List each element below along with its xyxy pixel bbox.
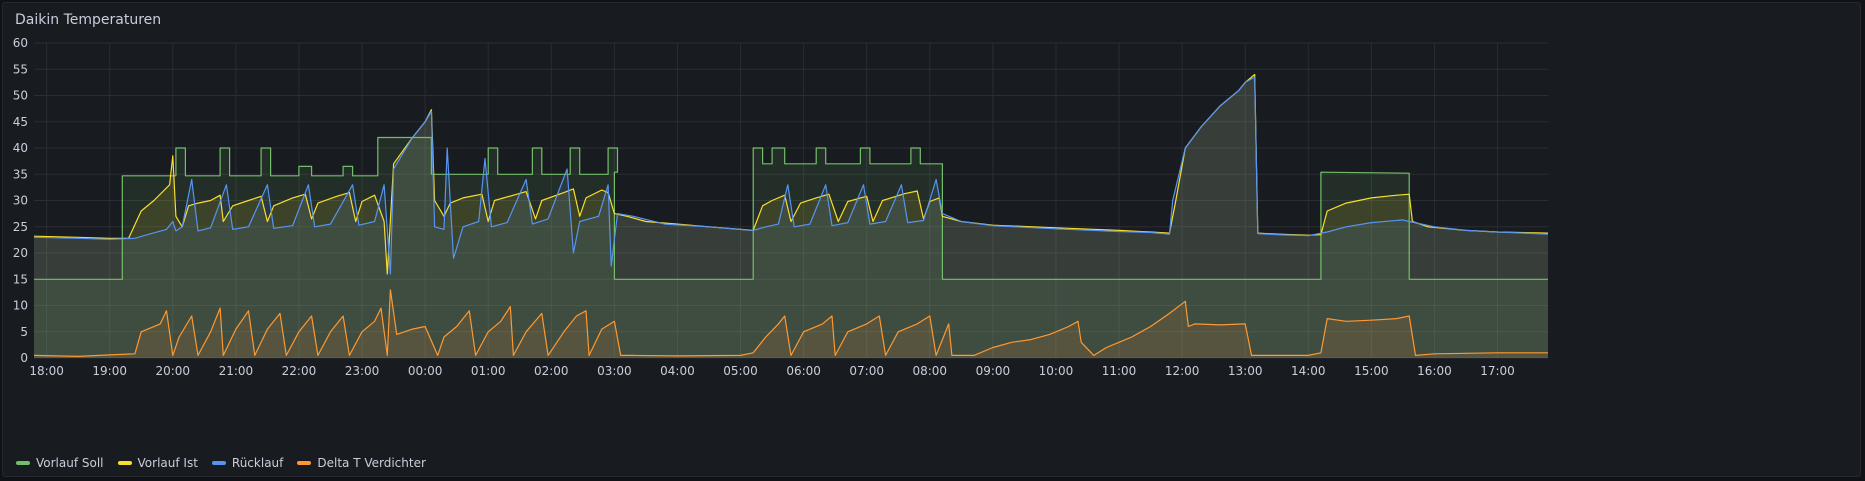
x-tick-label: 22:00 — [282, 364, 317, 378]
legend-swatch-ruecklauf — [211, 461, 226, 465]
legend-item-ruecklauf[interactable]: Rücklauf — [211, 456, 284, 470]
x-tick-label: 13:00 — [1228, 364, 1263, 378]
legend-item-vorlauf-soll[interactable]: Vorlauf Soll — [16, 456, 104, 470]
y-tick-label: 50 — [13, 89, 28, 103]
y-tick-label: 20 — [13, 246, 28, 260]
x-tick-label: 15:00 — [1354, 364, 1389, 378]
x-tick-label: 01:00 — [471, 364, 506, 378]
y-tick-label: 40 — [13, 141, 28, 155]
x-tick-label: 02:00 — [534, 364, 569, 378]
legend-swatch-vorlauf-soll — [16, 461, 30, 465]
legend-label: Vorlauf Ist — [137, 456, 198, 470]
x-tick-label: 06:00 — [786, 364, 821, 378]
x-tick-label: 20:00 — [155, 364, 190, 378]
x-tick-label: 09:00 — [976, 364, 1011, 378]
x-tick-label: 23:00 — [345, 364, 380, 378]
y-tick-label: 45 — [13, 115, 28, 129]
legend: Vorlauf Soll Vorlauf Ist Rücklauf Delta … — [16, 456, 426, 470]
legend-item-vorlauf-ist[interactable]: Vorlauf Ist — [117, 456, 198, 470]
y-tick-label: 55 — [13, 62, 28, 76]
x-tick-label: 08:00 — [912, 364, 947, 378]
x-tick-label: 10:00 — [1039, 364, 1074, 378]
y-tick-label: 10 — [13, 299, 28, 313]
legend-item-delta-t[interactable]: Delta T Verdichter — [297, 456, 426, 470]
legend-label: Delta T Verdichter — [317, 456, 426, 470]
y-tick-label: 25 — [13, 220, 28, 234]
y-tick-label: 0 — [20, 351, 28, 365]
legend-swatch-delta-t — [297, 461, 312, 465]
x-tick-label: 12:00 — [1165, 364, 1200, 378]
y-tick-label: 35 — [13, 167, 28, 181]
legend-swatch-vorlauf-ist — [117, 461, 132, 465]
x-tick-label: 19:00 — [92, 364, 127, 378]
x-tick-label: 11:00 — [1102, 364, 1137, 378]
y-tick-label: 30 — [13, 194, 28, 208]
y-tick-label: 15 — [13, 272, 28, 286]
x-tick-label: 21:00 — [219, 364, 254, 378]
x-tick-label: 03:00 — [597, 364, 632, 378]
x-tick-label: 00:00 — [408, 364, 443, 378]
temperature-chart[interactable]: 0 5 10 15 20 25 30 35 40 45 50 55 60 18:00 19:00 20:00 2… — [0, 0, 1865, 481]
legend-label: Rücklauf — [231, 456, 284, 470]
x-tick-label: 04:00 — [660, 364, 695, 378]
y-tick-label: 60 — [13, 36, 28, 50]
y-tick-label: 5 — [20, 325, 28, 339]
x-tick-label: 17:00 — [1480, 364, 1515, 378]
x-tick-label: 07:00 — [849, 364, 884, 378]
x-tick-label: 16:00 — [1417, 364, 1452, 378]
legend-label: Vorlauf Soll — [36, 456, 104, 470]
x-tick-label: 05:00 — [723, 364, 758, 378]
x-tick-label: 18:00 — [29, 364, 64, 378]
x-tick-label: 14:00 — [1291, 364, 1326, 378]
